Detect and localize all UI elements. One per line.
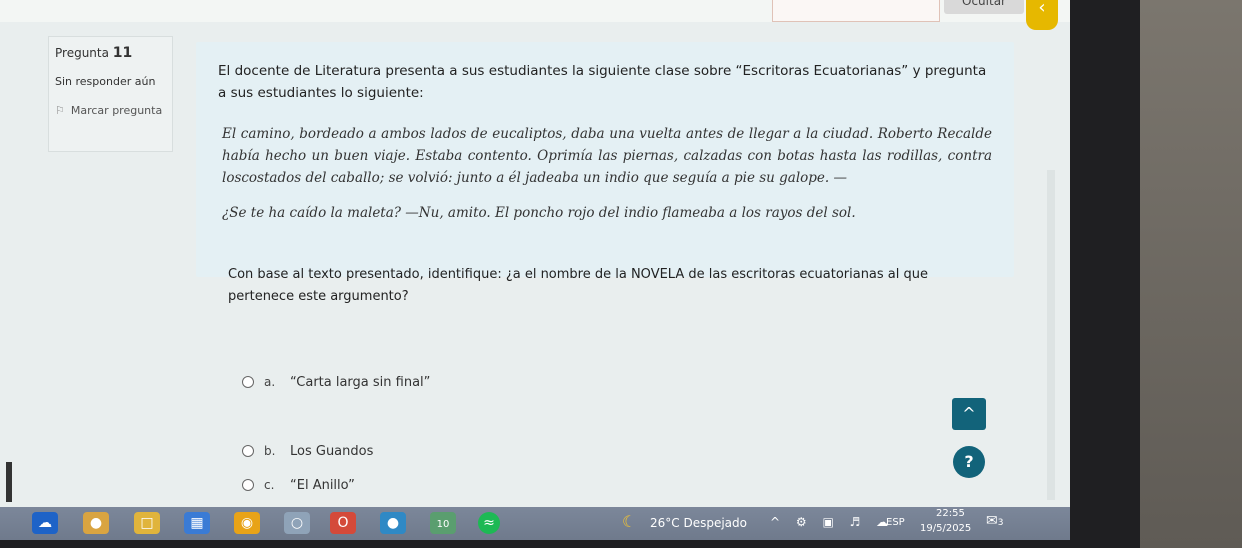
folder-icon[interactable]: □	[134, 512, 160, 534]
hide-button[interactable]: Ocultar	[944, 0, 1024, 14]
monitor-bottom-bezel	[0, 540, 1140, 548]
answer-letter: c.	[264, 478, 275, 492]
camera-icon[interactable]: ○	[284, 512, 310, 534]
question-status: Sin responder aún	[55, 75, 156, 88]
question-prompt: Con base al texto presentado, identifiqu…	[228, 267, 929, 304]
answer-text: “El Anillo”	[290, 477, 355, 493]
question-label: Pregunta	[55, 46, 109, 60]
question-info: Pregunta 11 Sin responder aún ⚐ Marcar pr…	[48, 36, 173, 152]
taskbar	[0, 507, 1070, 540]
language-indicator[interactable]: ESP	[886, 517, 905, 528]
scrollbar[interactable]	[1047, 170, 1055, 500]
help-button[interactable]: ?	[953, 446, 985, 478]
monitor-bezel	[1070, 0, 1140, 548]
app-icon[interactable]: ●	[380, 512, 406, 534]
chrome-icon[interactable]: ◉	[234, 512, 260, 534]
opera-icon[interactable]: O	[330, 512, 356, 534]
calendar-badge: 10	[436, 519, 450, 530]
weather-text[interactable]: 26°C Despejado	[650, 516, 747, 530]
browser-icon[interactable]: ●	[83, 512, 109, 534]
answer-text: Los Guandos	[290, 443, 374, 459]
question-title: Pregunta 11	[55, 45, 166, 61]
flag-icon: ⚐	[55, 104, 65, 117]
scroll-top-button[interactable]: ^	[952, 398, 986, 430]
system-tray-icons[interactable]: ^ ⚙ ▣ ♬ ☁	[770, 515, 894, 529]
question-passage: El camino, bordeado a ambos lados de euc…	[222, 126, 992, 186]
chevron-left-icon[interactable]: ‹	[1026, 0, 1058, 30]
notification-icon[interactable]: ✉3	[986, 513, 1003, 529]
radio-button[interactable]	[242, 479, 254, 491]
left-edge-marker	[6, 462, 12, 502]
answer-text: “Carta larga sin final”	[290, 374, 431, 390]
clock-time[interactable]: 22:55	[936, 508, 965, 519]
answer-letter: a.	[264, 375, 276, 389]
flag-label: Marcar pregunta	[70, 104, 163, 117]
radio-button[interactable]	[242, 445, 254, 457]
calendar-app-icon[interactable]: 10	[430, 512, 456, 534]
spotify-icon[interactable]: ≈	[478, 512, 500, 534]
store-icon[interactable]: ▦	[184, 512, 210, 534]
top-box	[772, 0, 940, 22]
screen: Ocultar ‹ Pregunta 11 Sin responder aún …	[0, 0, 1085, 518]
clock-date[interactable]: 19/5/2025	[920, 523, 971, 534]
answer-letter: b.	[264, 444, 276, 458]
notification-count: 3	[997, 518, 1004, 528]
question-dialog: ¿Se te ha caído la maleta? —Nu, amito. E…	[222, 205, 856, 221]
moon-icon: ☾	[622, 512, 637, 531]
flag-question-link[interactable]: ⚐ Marcar pregunta	[55, 102, 166, 120]
background-wall	[1140, 0, 1242, 548]
answer-option-c[interactable]: c. “El Anillo”	[242, 475, 355, 495]
answer-option-a[interactable]: a. “Carta larga sin final”	[242, 372, 430, 392]
weather-widget-icon[interactable]: ☁	[32, 512, 58, 534]
question-number: 11	[112, 45, 133, 61]
answer-option-b[interactable]: b. Los Guandos	[242, 441, 373, 461]
question-intro: El docente de Literatura presenta a sus …	[218, 63, 987, 101]
radio-button[interactable]	[242, 376, 254, 388]
